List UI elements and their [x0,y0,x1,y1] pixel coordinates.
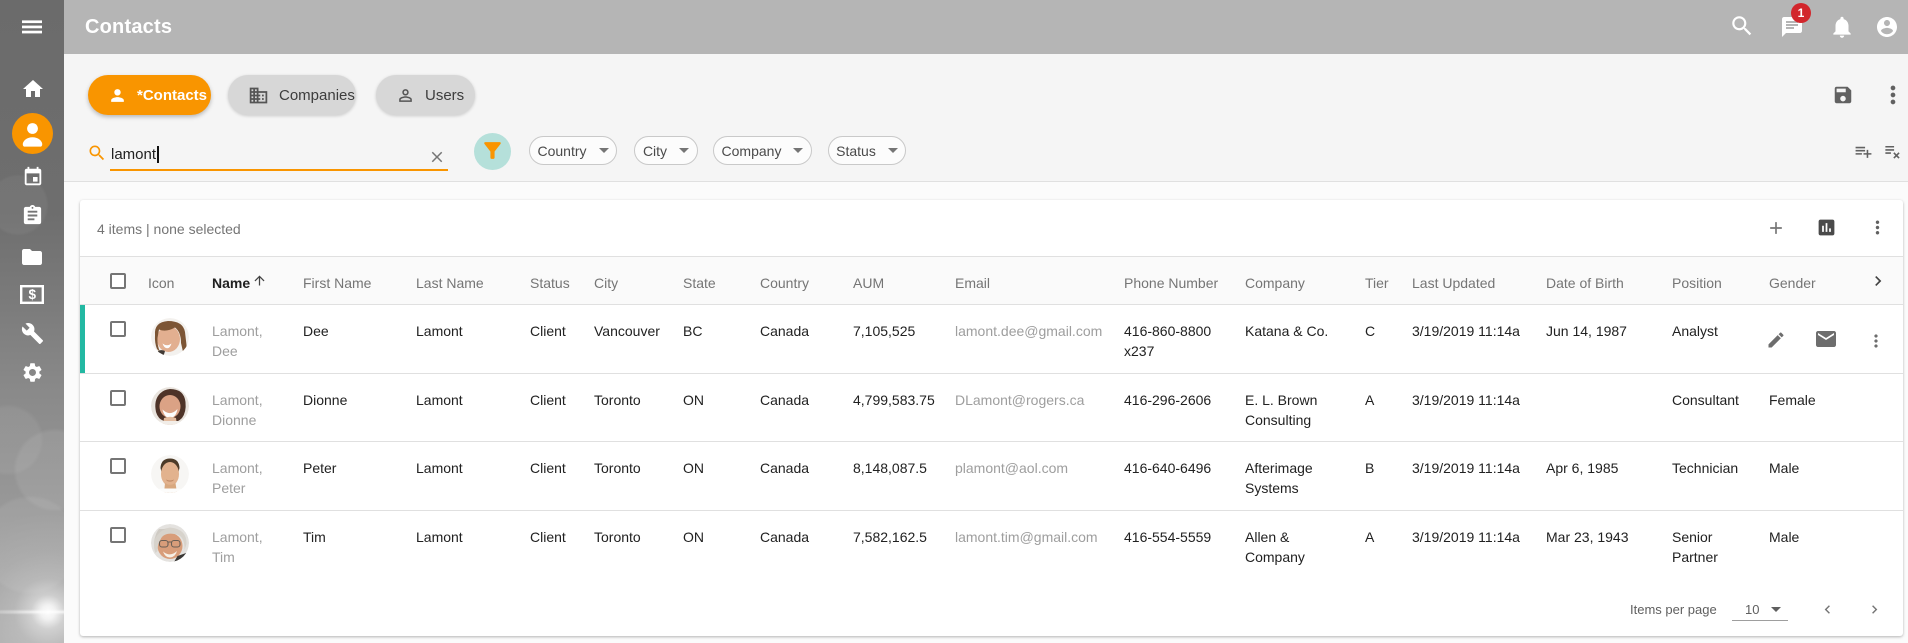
svg-text:$: $ [28,287,36,302]
